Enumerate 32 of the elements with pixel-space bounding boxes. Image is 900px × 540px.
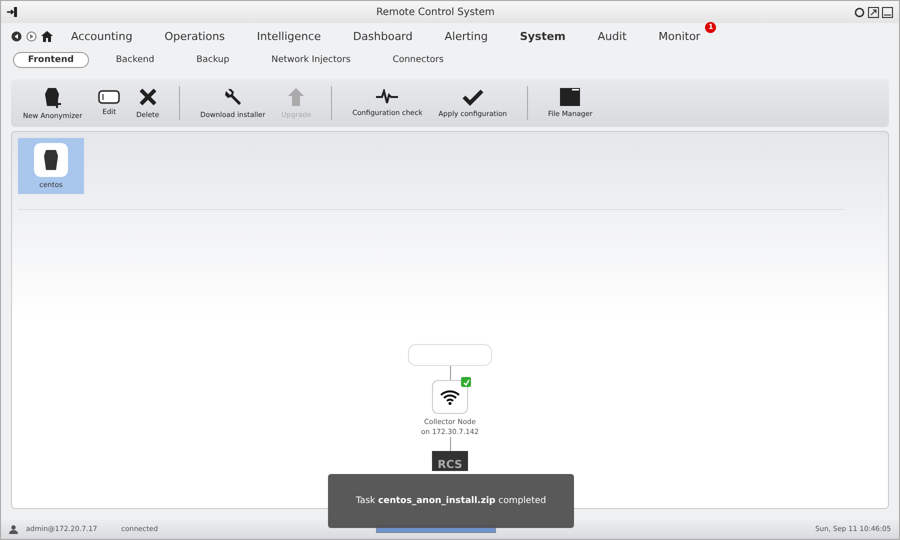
- minimize-icon[interactable]: [882, 6, 893, 18]
- nav-tab[interactable]: Operations: [150, 30, 239, 42]
- nav-tab[interactable]: Dashboard: [338, 30, 427, 42]
- user-icon: [9, 524, 18, 534]
- server-logo: RCS: [432, 451, 468, 471]
- sub-tab[interactable]: Connectors: [378, 52, 459, 68]
- nav-tab[interactable]: Intelligence: [242, 30, 335, 42]
- maximize-icon[interactable]: [868, 6, 879, 18]
- sub-tab[interactable]: Network Injectors: [256, 52, 366, 68]
- nav-tab[interactable]: Monitor: [644, 30, 714, 42]
- exit-icon[interactable]: [7, 7, 17, 17]
- cross-icon: [138, 87, 158, 107]
- text-field-icon: [98, 90, 120, 104]
- up-arrow-icon: [287, 87, 306, 107]
- window-icon: [560, 88, 580, 106]
- nav-tab[interactable]: Audit: [584, 30, 641, 42]
- sub-tab[interactable]: Backup: [181, 52, 244, 68]
- forward-icon[interactable]: [26, 30, 37, 42]
- sub-tab[interactable]: Backend: [100, 52, 170, 68]
- home-icon[interactable]: [41, 30, 53, 42]
- check-icon: [462, 88, 484, 106]
- wifi-icon: [440, 389, 460, 405]
- collector-node[interactable]: [432, 380, 468, 414]
- nav-tab[interactable]: Accounting: [57, 30, 146, 42]
- toast-message: Task centos_anon_install.zip completed: [328, 474, 574, 528]
- pulse-icon: [375, 89, 400, 105]
- sub-tab[interactable]: Frontend: [13, 52, 89, 68]
- window-title: Remote Control System: [375, 6, 496, 18]
- nav-tab[interactable]: Alerting: [430, 30, 502, 42]
- nav-tab[interactable]: System: [506, 30, 580, 42]
- back-icon[interactable]: [11, 30, 22, 42]
- wrench-icon: [222, 87, 243, 107]
